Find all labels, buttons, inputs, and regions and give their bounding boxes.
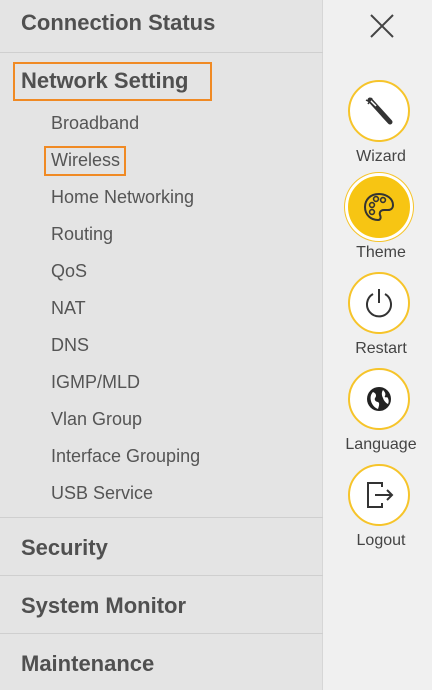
divider <box>0 52 323 53</box>
divider <box>0 633 323 634</box>
submenu-routing[interactable]: Routing <box>51 224 113 245</box>
menu-network-setting[interactable]: Network Setting <box>0 68 323 96</box>
submenu-broadband[interactable]: Broadband <box>51 113 139 134</box>
theme-label: Theme <box>356 244 406 261</box>
menu-maintenance[interactable]: Maintenance <box>0 651 323 679</box>
wizard-button[interactable] <box>348 80 410 142</box>
divider <box>0 517 323 518</box>
menu-connection-status[interactable]: Connection Status <box>0 10 323 38</box>
close-icon[interactable] <box>368 12 396 40</box>
menu-security[interactable]: Security <box>0 535 323 563</box>
submenu-igmp-mld[interactable]: IGMP/MLD <box>51 372 140 393</box>
menu-system-monitor[interactable]: System Monitor <box>0 593 323 621</box>
language-button[interactable] <box>348 368 410 430</box>
submenu-qos[interactable]: QoS <box>51 261 87 282</box>
submenu-home-networking[interactable]: Home Networking <box>51 187 194 208</box>
submenu-dns[interactable]: DNS <box>51 335 89 356</box>
submenu-vlan-group[interactable]: Vlan Group <box>51 409 142 430</box>
menu-system-monitor-label: System Monitor <box>21 593 187 618</box>
action-panel: Wizard Theme Restart Language Logout <box>324 0 432 690</box>
menu-security-label: Security <box>21 535 108 560</box>
submenu-interface-grouping[interactable]: Interface Grouping <box>51 446 200 467</box>
restart-label: Restart <box>355 340 407 357</box>
divider <box>0 575 323 576</box>
menu-network-setting-label: Network Setting <box>21 68 189 93</box>
menu-maintenance-label: Maintenance <box>21 651 155 676</box>
menu-connection-status-label: Connection Status <box>21 10 216 35</box>
wizard-label: Wizard <box>356 148 406 165</box>
restart-button[interactable] <box>348 272 410 334</box>
submenu-nat[interactable]: NAT <box>51 298 86 319</box>
logout-button[interactable] <box>348 464 410 526</box>
submenu-wireless[interactable]: Wireless <box>51 150 120 171</box>
logout-label: Logout <box>356 532 406 549</box>
language-label: Language <box>345 436 417 453</box>
navigation-menu: Connection Status Network Setting Broadb… <box>0 0 323 690</box>
submenu-usb-service[interactable]: USB Service <box>51 483 153 504</box>
theme-button[interactable] <box>348 176 410 238</box>
